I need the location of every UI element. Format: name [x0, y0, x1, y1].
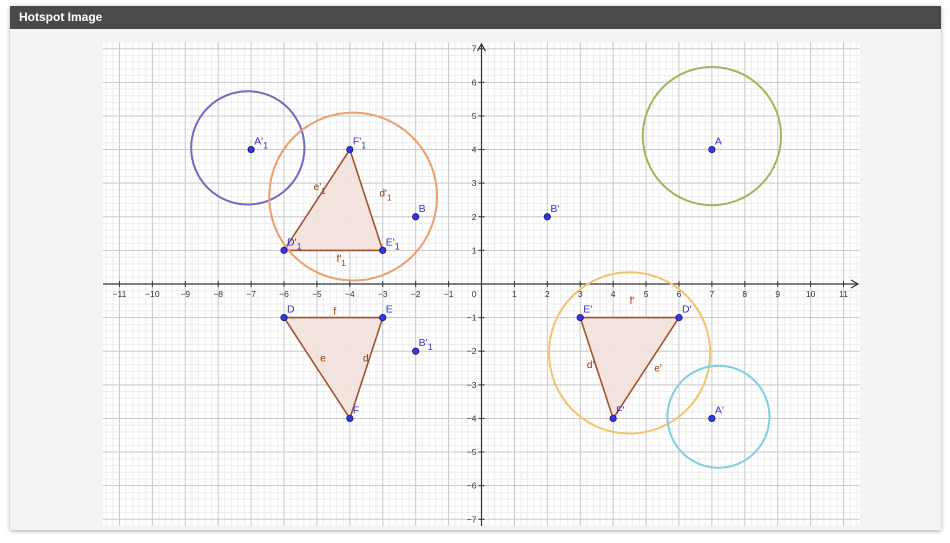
- x-tick-label: −5: [312, 289, 322, 299]
- point-label: A: [715, 136, 722, 148]
- y-tick-label: −4: [467, 413, 477, 423]
- point-label: A': [715, 404, 724, 416]
- y-tick-label: 7: [472, 44, 477, 54]
- y-tick-label: −7: [467, 514, 477, 524]
- point-label: F': [616, 404, 624, 416]
- hotspot-image[interactable]: −11 −10 −9 −8 −7 −6 −5 −4 −3 −2 −1 1 2 3 4 5 6 7 8 9 10 11 −7−…: [103, 41, 860, 527]
- side-label: e': [654, 363, 662, 374]
- x-tick-label: −6: [279, 289, 289, 299]
- side-label: d: [363, 353, 369, 364]
- point-label: E: [386, 304, 393, 316]
- y-tick-label: 5: [472, 111, 477, 121]
- triangle[interactable]: [579, 316, 681, 421]
- side-label: f: [333, 306, 336, 317]
- circle[interactable]: [190, 90, 306, 206]
- point-label: E': [583, 304, 592, 316]
- y-tick-label: −5: [467, 447, 477, 457]
- side-label: e'1: [314, 182, 326, 196]
- triangle[interactable]: [282, 147, 384, 252]
- x-tick-label: −10: [145, 289, 160, 299]
- side-label: e: [320, 353, 326, 364]
- panel-title: Hotspot Image: [10, 6, 941, 29]
- y-tick-label: 4: [472, 145, 477, 155]
- x-tick-label: 2: [545, 289, 550, 299]
- point-label: D': [682, 304, 692, 316]
- x-tick-label: 4: [611, 289, 616, 299]
- side-label: f'1: [337, 254, 347, 268]
- y-tick-label: −6: [467, 481, 477, 491]
- x-tick-label: 9: [775, 289, 780, 299]
- point-label: B'1: [419, 337, 433, 352]
- x-tick-label: 11: [839, 289, 848, 299]
- side-label: d': [587, 360, 595, 371]
- x-tick-label: 1: [512, 289, 517, 299]
- y-tick-label: 1: [472, 245, 477, 255]
- x-tick-label: −9: [180, 289, 190, 299]
- triangle[interactable]: [282, 316, 384, 421]
- x-tick-label: −1: [444, 289, 454, 299]
- y-tick-label: −1: [467, 313, 477, 323]
- x-tick-label: −3: [378, 289, 388, 299]
- point-label: D: [287, 304, 295, 316]
- side-label: f': [630, 296, 635, 307]
- y-tick-label: −3: [467, 380, 477, 390]
- x-tick-label: −4: [345, 289, 355, 299]
- x-tick-label: −8: [213, 289, 223, 299]
- y-tick-label: 3: [472, 178, 477, 188]
- point-label: E'1: [386, 236, 400, 251]
- x-tick-label: −11: [113, 289, 127, 299]
- point-label: B': [550, 203, 559, 215]
- origin-label: 0: [472, 289, 477, 299]
- x-tick-label: 5: [644, 289, 649, 299]
- point-label: F: [353, 404, 359, 416]
- x-tick-label: 8: [742, 289, 747, 299]
- point-label: A'1: [254, 136, 268, 151]
- coordinate-graph[interactable]: −11 −10 −9 −8 −7 −6 −5 −4 −3 −2 −1 1 2 3 4 5 6 7 8 9 10 11−7−…: [103, 41, 860, 527]
- y-tick-label: 2: [472, 212, 477, 222]
- y-tick-label: −2: [467, 346, 477, 356]
- point-label: B: [419, 203, 426, 215]
- x-tick-label: −2: [411, 289, 421, 299]
- side-label: d'1: [379, 189, 391, 203]
- hotspot-panel: Hotspot Image −11 −10 −9 −8 −7 −6 −5 −4 −3 −2 −1 1 2…: [10, 6, 941, 530]
- x-tick-label: −7: [246, 289, 256, 299]
- point-label: F'1: [353, 136, 366, 151]
- x-tick-label: 10: [806, 289, 816, 299]
- y-tick-label: 6: [472, 77, 477, 87]
- x-tick-label: 7: [710, 289, 715, 299]
